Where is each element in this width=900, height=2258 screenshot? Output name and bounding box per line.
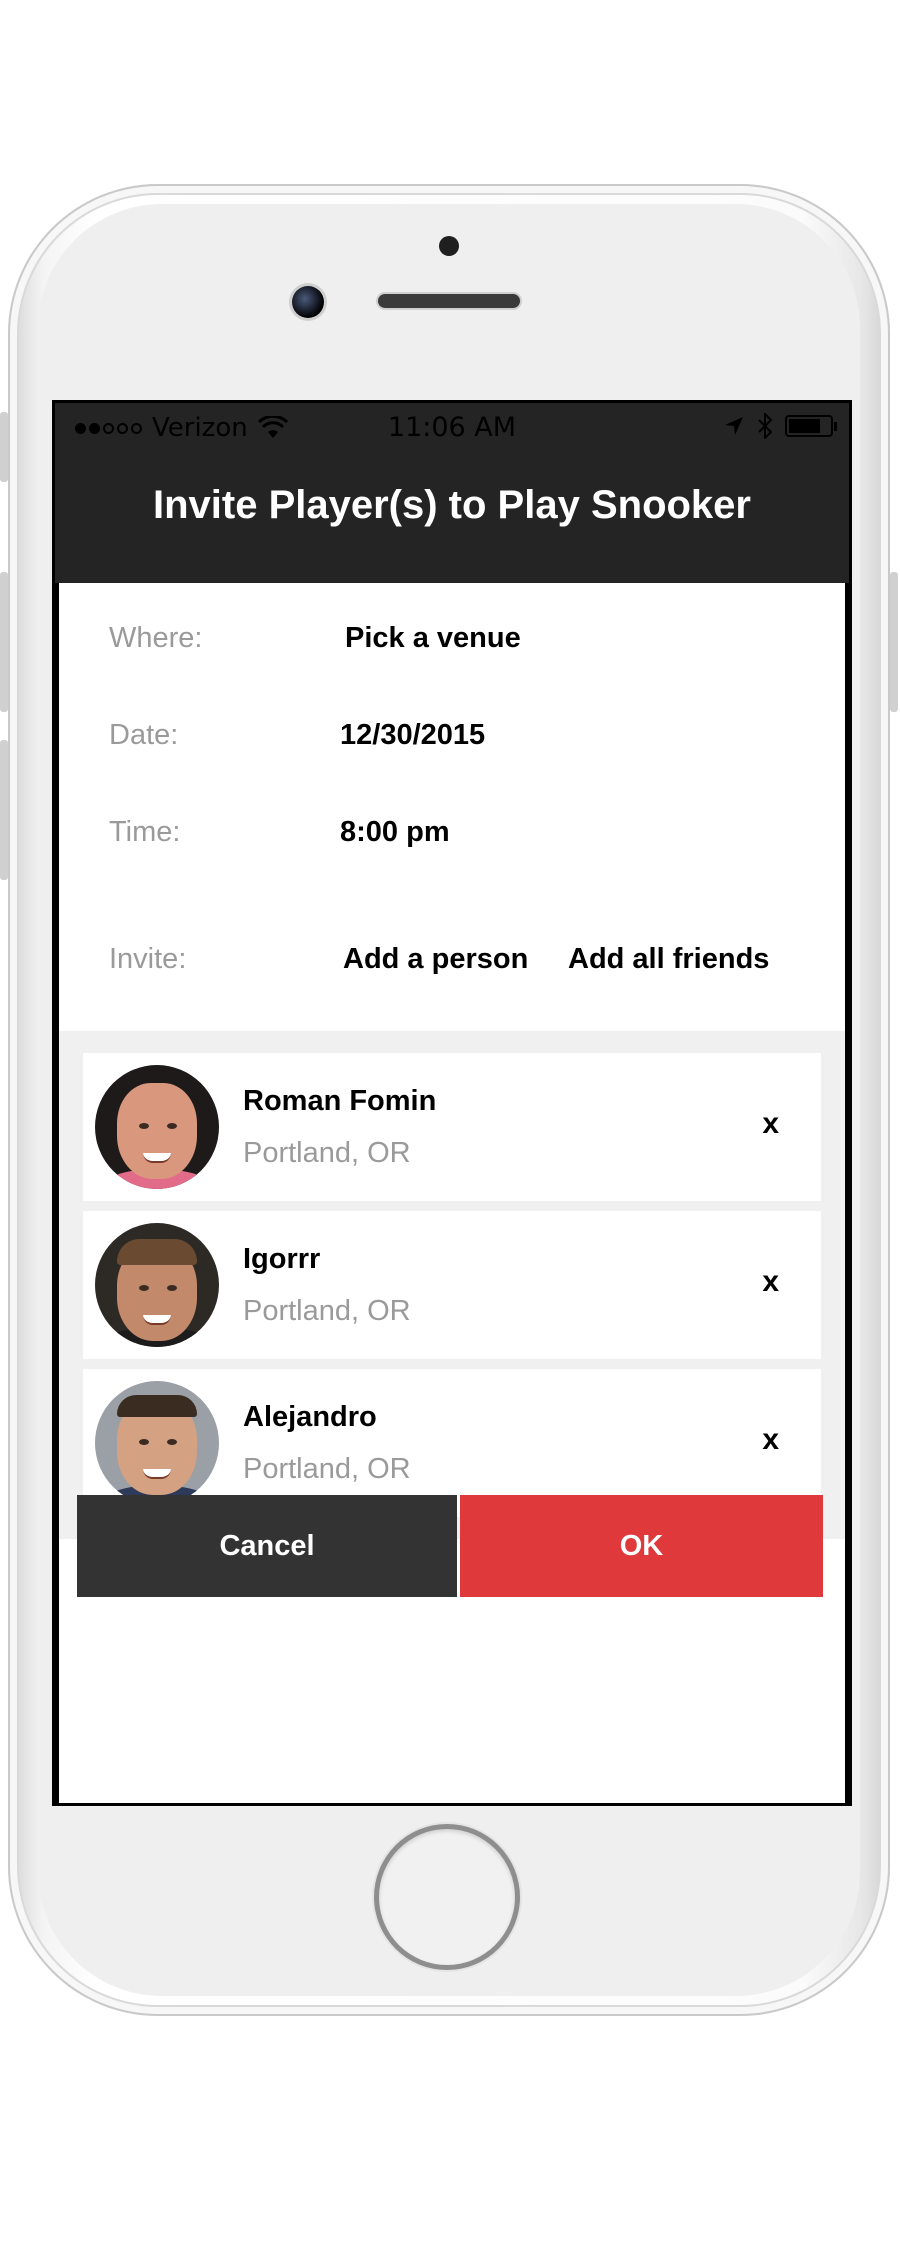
status-bar: Verizon 11:06 AM [55, 403, 849, 455]
bluetooth-icon [758, 413, 773, 439]
invitee-location: Portland, OR [243, 1453, 411, 1485]
where-label: Where: [109, 621, 203, 654]
time-value[interactable]: 8:00 pm [340, 816, 450, 849]
invite-label: Invite: [109, 942, 187, 975]
front-camera-icon [292, 286, 324, 318]
avatar [95, 1223, 219, 1347]
invitee-name: Roman Fomin [243, 1085, 437, 1117]
remove-invitee-button[interactable]: x [762, 1265, 779, 1299]
invitee-name: Alejandro [243, 1401, 377, 1433]
status-right [723, 413, 837, 439]
time-label: Time: [109, 815, 181, 848]
location-arrow-icon [725, 417, 743, 435]
remove-invitee-button[interactable]: x [762, 1423, 779, 1457]
add-all-friends-button[interactable]: Add all friends [568, 943, 769, 976]
volume-down-button [0, 740, 8, 880]
power-button [890, 572, 898, 712]
time-row: Time: 8:00 pm [109, 807, 809, 857]
pick-venue-link[interactable]: Pick a venue [345, 622, 521, 655]
volume-up-button [0, 572, 8, 712]
cancel-button[interactable]: Cancel [77, 1495, 457, 1597]
proximity-sensor [439, 236, 459, 256]
page-title: Invite Player(s) to Play Snooker [55, 455, 849, 583]
earpiece-speaker [378, 294, 520, 308]
date-label: Date: [109, 718, 179, 751]
invitee-location: Portland, OR [243, 1295, 411, 1327]
invite-row: Invite: Add a person Add all friends [109, 934, 809, 984]
invitee-location: Portland, OR [243, 1137, 411, 1169]
battery-icon [785, 415, 837, 437]
date-row: Date: 12/30/2015 [109, 710, 809, 760]
list-item: Igorrr Portland, OR x [83, 1211, 821, 1359]
ok-button[interactable]: OK [460, 1495, 823, 1597]
invitee-name: Igorrr [243, 1243, 321, 1275]
where-row: Where: Pick a venue [109, 613, 809, 663]
list-item: Roman Fomin Portland, OR x [83, 1053, 821, 1201]
add-person-button[interactable]: Add a person [343, 943, 528, 976]
avatar [95, 1381, 219, 1505]
remove-invitee-button[interactable]: x [762, 1107, 779, 1141]
invite-form: Where: Pick a venue Date: 12/30/2015 Tim… [59, 583, 845, 1803]
mute-switch [0, 412, 8, 482]
home-button[interactable] [379, 1829, 515, 1965]
date-value[interactable]: 12/30/2015 [340, 719, 485, 752]
invitee-list: Roman Fomin Portland, OR x Igorrr Portla… [59, 1031, 845, 1539]
avatar [95, 1065, 219, 1189]
